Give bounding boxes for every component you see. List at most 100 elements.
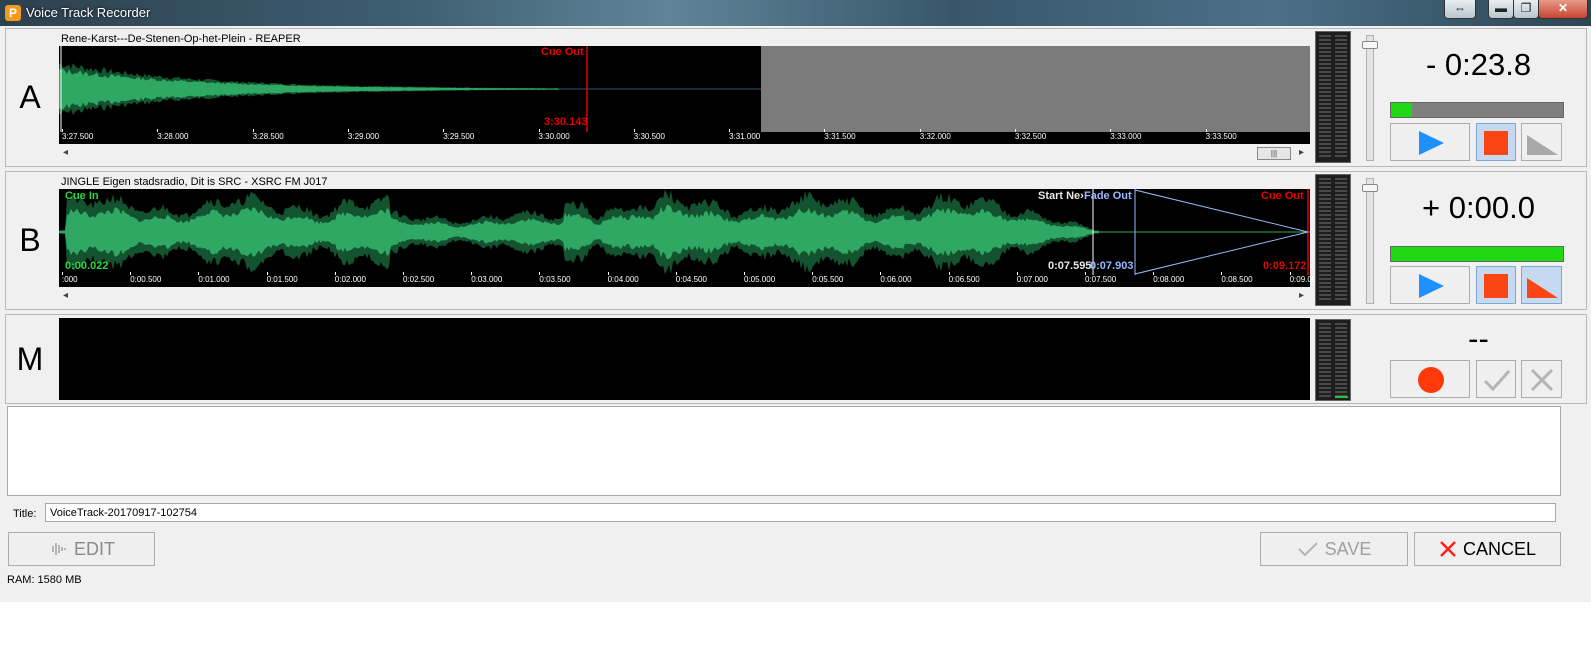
ruler-tick: 3:28.000 [157, 129, 189, 141]
voice-track-recorder-window: P Voice Track Recorder ⇔ ▬ ❐ ✕ A Rene-Ka… [0, 0, 1591, 602]
meter-segment [1335, 327, 1347, 329]
meter-segment [1319, 379, 1331, 381]
meter-segment [1335, 347, 1347, 349]
lane-a-fader-knob[interactable] [1362, 41, 1378, 49]
ruler-tick: 0:04.500 [675, 272, 707, 284]
close-button[interactable]: ✕ [1538, 0, 1588, 19]
lane-a-scroll-left-arrow[interactable]: ◂ [63, 146, 68, 160]
meter-segment [1335, 262, 1347, 264]
lane-m-record-area [59, 318, 1310, 400]
meter-segment [1319, 47, 1331, 49]
lane-b-play-button[interactable] [1390, 266, 1470, 304]
meter-segment [1335, 367, 1347, 369]
meter-segment [1335, 127, 1347, 129]
lane-b-cue-out-time: 0:09.172 [1263, 260, 1307, 272]
lane-m-timer: -- [1468, 321, 1489, 356]
lane-b-volume-fader[interactable] [1362, 178, 1378, 304]
lane-m: M -- [5, 314, 1587, 404]
meter-segment [1335, 99, 1347, 101]
lane-a-scrollbar[interactable]: ◂ ||| ▸ [59, 146, 1310, 160]
meter-segment [1319, 226, 1331, 228]
title-bar[interactable]: P Voice Track Recorder ⇔ ▬ ❐ ✕ [0, 0, 1591, 26]
lane-a-meter-graphic [1319, 35, 1347, 157]
ruler-tick: 0:06.500 [948, 272, 980, 284]
edit-button[interactable]: EDIT [8, 532, 155, 566]
meter-segment [1319, 363, 1331, 365]
lane-b: B JINGLE Eigen stadsradio, Dit is SRC - … [5, 171, 1587, 310]
lane-m-accept-button[interactable] [1476, 360, 1516, 398]
meter-segment [1335, 230, 1347, 232]
meter-segment [1335, 155, 1347, 157]
ruler-tick: 3:31.500 [824, 129, 856, 141]
lane-m-discard-button[interactable] [1521, 360, 1562, 398]
meter-segment [1335, 214, 1347, 216]
lane-a-waveform[interactable]: Cue Out 3:30.143 [59, 46, 1310, 132]
lane-b-scroll-right-arrow[interactable]: ▸ [1299, 289, 1304, 303]
meter-segment [1319, 274, 1331, 276]
meter-segment [1319, 371, 1331, 373]
maximize-button[interactable]: ❐ [1513, 0, 1539, 19]
meter-segment [1335, 254, 1347, 256]
lane-b-scroll-left-arrow[interactable]: ◂ [63, 289, 68, 303]
meter-segment [1319, 79, 1331, 81]
lane-b-start-next-time: 0:07.595 [1048, 260, 1092, 272]
meter-segment [1319, 67, 1331, 69]
meter-segment [1319, 107, 1331, 109]
lane-a-progress-fill [1391, 103, 1412, 117]
meter-segment [1319, 59, 1331, 61]
meter-segment [1319, 391, 1331, 393]
meter-segment [1319, 270, 1331, 272]
meter-segment [1335, 147, 1347, 149]
lane-a-scroll-thumb[interactable]: ||| [1257, 147, 1291, 160]
lane-b-waveform[interactable]: Cue In 0:00.022 Start Ne› 0:07.595 Fade … [59, 189, 1310, 275]
meter-segment [1319, 375, 1331, 377]
lane-a-volume-fader[interactable] [1362, 35, 1378, 161]
lane-a-play-button[interactable] [1390, 123, 1470, 161]
meter-segment [1319, 266, 1331, 268]
save-button[interactable]: SAVE [1260, 532, 1408, 566]
lane-a: A Rene-Karst---De-Stenen-Op-het-Plein - … [5, 28, 1587, 167]
ruler-tick: 3:32.000 [919, 129, 951, 141]
ruler-tick: 3:29.000 [347, 129, 380, 141]
lane-m-record-button[interactable] [1390, 360, 1470, 398]
lane-b-fade-out-label: Fade Out [1084, 190, 1132, 202]
notes-textarea[interactable] [7, 406, 1561, 496]
lane-b-scrollbar[interactable]: ◂ ▸ [59, 289, 1310, 303]
lane-a-cue-out-time: 3:30.143 [544, 116, 588, 128]
minimize-button[interactable]: ▬ [1488, 0, 1514, 19]
meter-segment [1319, 395, 1331, 397]
cancel-button[interactable]: CANCEL [1414, 532, 1561, 566]
lane-b-cue-in-label: Cue In [65, 190, 99, 202]
title-label: Title: [13, 508, 37, 520]
meter-segment [1319, 155, 1331, 157]
lane-a-stop-button[interactable] [1476, 123, 1516, 161]
lane-b-fader-knob[interactable] [1362, 184, 1378, 192]
meter-segment [1319, 198, 1331, 200]
meter-segment [1335, 359, 1347, 361]
lane-b-fade-button[interactable] [1521, 266, 1562, 304]
lane-a-scroll-right-arrow[interactable]: ▸ [1299, 146, 1304, 160]
meter-segment [1335, 226, 1347, 228]
resize-window-button[interactable]: ⇔ [1444, 0, 1476, 19]
meter-segment [1335, 238, 1347, 240]
lane-a-level-meter [1315, 31, 1351, 163]
meter-segment [1319, 238, 1331, 240]
ruler-tick: 0:06.000 [880, 272, 912, 284]
lane-b-cue-out-label: Cue Out [1261, 190, 1304, 202]
meter-segment [1319, 323, 1331, 325]
meter-segment [1319, 262, 1331, 264]
meter-segment [1335, 379, 1347, 381]
lane-b-stop-button[interactable] [1476, 266, 1516, 304]
title-input[interactable]: VoiceTrack-20170917-102754 [45, 503, 1556, 522]
lane-a-fade-button[interactable] [1521, 123, 1562, 161]
status-ram: RAM: 1580 MB [7, 574, 82, 586]
meter-segment [1319, 178, 1331, 180]
meter-segment [1319, 210, 1331, 212]
lane-a-track-title: Rene-Karst---De-Stenen-Op-het-Plein - RE… [61, 33, 301, 45]
play-icon [1419, 131, 1444, 155]
lane-b-progress-fill [1391, 247, 1563, 261]
meter-segment [1335, 103, 1347, 105]
meter-segment [1319, 294, 1331, 296]
meter-segment [1319, 383, 1331, 385]
meter-segment [1335, 79, 1347, 81]
